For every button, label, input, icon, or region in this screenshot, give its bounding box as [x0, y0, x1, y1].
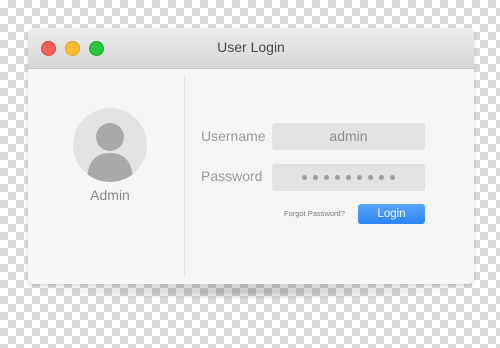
avatar	[73, 108, 147, 182]
window-title: User Login	[217, 39, 285, 55]
avatar-user-name: Admin	[90, 187, 130, 203]
password-mask-dot	[335, 175, 340, 180]
forgot-password-link[interactable]: Forgot Password?	[284, 209, 345, 218]
password-mask-dot	[379, 175, 384, 180]
password-mask-dot	[390, 175, 395, 180]
password-mask-dot	[324, 175, 329, 180]
password-mask-dot	[302, 175, 307, 180]
password-mask-dot	[368, 175, 373, 180]
person-silhouette-icon	[87, 123, 133, 182]
title-bar: User Login	[28, 28, 474, 69]
password-mask-dot	[357, 175, 362, 180]
username-field[interactable]	[272, 123, 425, 150]
password-mask-dot	[346, 175, 351, 180]
password-field[interactable]	[272, 164, 425, 191]
login-button[interactable]: Login	[358, 204, 425, 224]
password-mask-dot	[313, 175, 318, 180]
username-label: Username	[201, 128, 266, 144]
vertical-divider	[184, 76, 185, 276]
login-window: User Login Admin Username Password Forgo…	[28, 28, 474, 284]
window-shadow	[40, 282, 460, 300]
password-label: Password	[201, 168, 263, 184]
